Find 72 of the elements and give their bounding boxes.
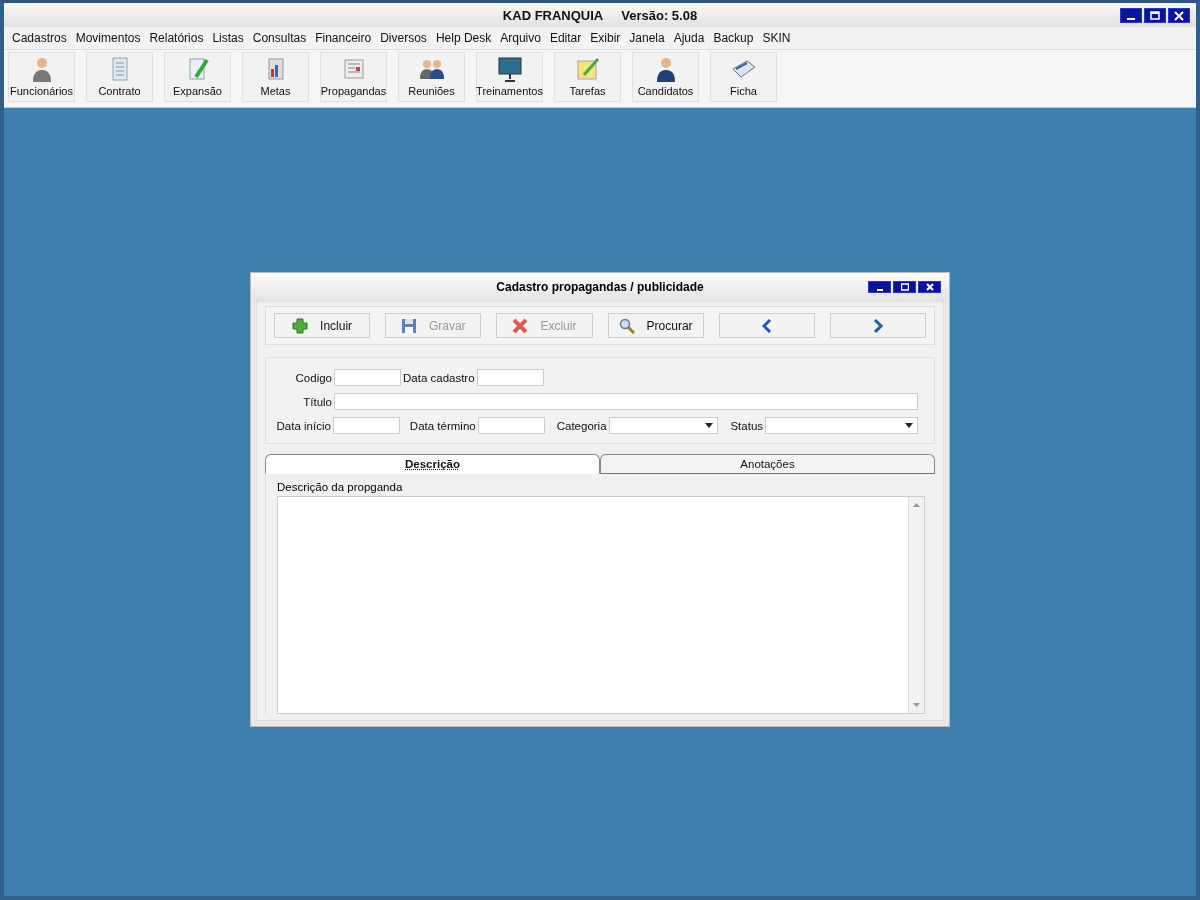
toolbar-button[interactable]: Expansão [164,52,231,102]
title-field[interactable] [334,393,918,410]
menu-item[interactable]: Diversos [380,31,427,45]
toolbar-button[interactable]: Candidatos [632,52,699,102]
scrollbar[interactable] [908,497,924,713]
field-label: Data início [276,419,331,432]
minimize-button[interactable] [1120,8,1142,23]
tab[interactable]: Descrição [265,454,600,474]
chevron-right-icon [871,318,884,333]
menu-item[interactable]: Ajuda [673,31,705,45]
window-title: KAD FRANQUIA [502,7,604,23]
close-button[interactable] [918,281,941,293]
date-field[interactable] [332,417,400,434]
toolbar-button[interactable]: Contrato [86,52,153,102]
status-dropdown[interactable] [765,417,918,434]
close-icon [1174,10,1184,21]
tab[interactable]: Anotações [600,454,935,474]
date-field[interactable] [477,417,545,434]
scroll-up-icon [913,503,920,507]
dropdown-arrow-icon [905,423,913,428]
plus-icon [292,317,309,334]
action-button[interactable]: Incluir [274,313,371,338]
toolbar-button[interactable]: Reuniões [398,52,465,102]
category-dropdown[interactable] [608,417,719,434]
menu-item[interactable]: Editar [549,31,582,45]
menu-item[interactable]: Exibir [590,31,621,45]
next-button[interactable] [829,313,927,338]
menu-item[interactable]: Arquivo [500,31,541,45]
delete-icon [512,317,529,334]
field-label: Categoria [556,419,607,432]
field-label: Descrição da propganda [277,481,404,493]
minimize-icon [1127,17,1135,20]
chevron-left-icon [760,318,773,333]
close-button[interactable] [1168,8,1190,23]
menu-item[interactable]: Listas [212,31,244,45]
dropdown-arrow-icon [705,423,714,428]
action-button[interactable]: Procurar [607,313,704,338]
toolbar-button[interactable]: Treinamentos [476,52,543,102]
code-field[interactable] [334,369,401,386]
field-label: Codigo [294,371,332,384]
maximize-icon [1150,10,1160,21]
menu-item[interactable]: SKIN [762,31,791,45]
minimize-button[interactable] [868,281,891,293]
field-label: Status [730,419,764,432]
toolbar-button[interactable]: Tarefas [554,52,621,102]
toolbar-button[interactable]: Propagandas [320,52,387,102]
toolbar-button[interactable]: Funcionários [8,52,75,102]
field-label: Título [302,395,332,408]
dialog-title: Cadastro propagandas / publicidade [496,280,704,294]
version-label: Versão: 5.08 [621,7,698,23]
monitor-icon [495,55,524,83]
minimize-icon [876,288,883,291]
maximize-icon [900,283,909,291]
close-icon [925,283,934,291]
magnifier-icon [618,317,635,334]
menu-item[interactable]: Backup [713,31,754,45]
scroll-down-icon [913,703,920,707]
menu-item[interactable]: Financeiro [315,31,372,45]
menu-item[interactable]: Janela [629,31,665,45]
menu-item[interactable]: Movimentos [75,31,141,45]
maximize-button[interactable] [893,281,916,293]
date-field[interactable] [476,369,544,386]
previous-button[interactable] [718,313,815,338]
toolbar-button[interactable]: Metas [242,52,309,102]
toolbar-button[interactable]: Ficha [710,52,777,102]
menu-item[interactable]: Cadastros [12,31,67,45]
menu-item[interactable]: Consultas [252,31,307,45]
maximize-button[interactable] [1144,8,1166,23]
menu-item[interactable]: Relatórios [149,31,204,45]
field-label: Data cadastro [403,371,475,384]
menu-item[interactable]: Help Desk [435,31,492,45]
field-label: Data término [409,419,476,432]
